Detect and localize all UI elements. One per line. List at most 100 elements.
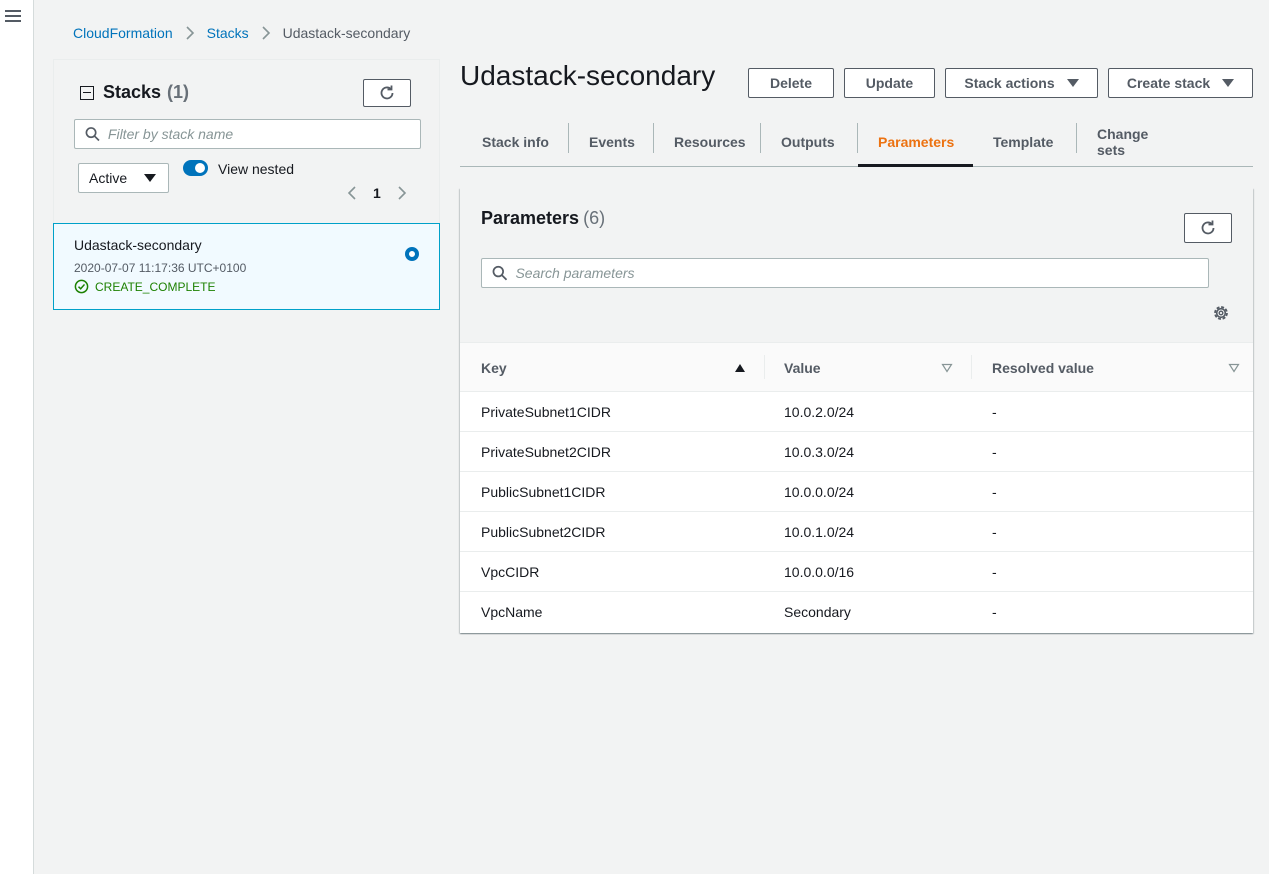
create-stack-label: Create stack [1126, 75, 1211, 91]
tab-label: Events [589, 134, 635, 150]
view-nested-label: View nested [218, 161, 295, 177]
tab-label: Template [993, 134, 1054, 150]
table-row: PublicSubnet1CIDR 10.0.0.0/24 - [460, 472, 1253, 512]
pagination: 1 [344, 185, 410, 201]
param-resolved-value: - [992, 443, 997, 460]
parameters-table: Key Value Resolved value PrivateSubnet1C… [460, 343, 1253, 632]
collapse-icon[interactable] [80, 85, 94, 100]
status-filter-value: Active [89, 170, 128, 186]
menu-icon[interactable] [5, 10, 21, 24]
update-button[interactable]: Update [844, 68, 935, 98]
stack-detail-tabs: Stack info Events Resources Outputs Para… [460, 118, 1253, 167]
breadcrumb-current: Udastack-secondary [282, 25, 411, 41]
param-resolved-value: - [992, 604, 997, 620]
param-value: 10.0.0.0/24 [784, 483, 855, 500]
column-header-label: Key [481, 359, 507, 376]
stack-actions-label: Stack actions [964, 75, 1055, 91]
param-value: 10.0.3.0/24 [784, 443, 855, 460]
tab-parameters[interactable]: Parameters [858, 118, 973, 167]
param-key: PublicSubnet1CIDR [481, 483, 606, 500]
breadcrumb: CloudFormation Stacks Udastack-secondary [73, 24, 410, 42]
stack-select-radio[interactable] [405, 247, 419, 261]
parameters-title: Parameters (6) [481, 208, 605, 229]
tab-template[interactable]: Template [973, 118, 1077, 166]
param-resolved-value: - [992, 563, 997, 580]
tab-events[interactable]: Events [569, 118, 654, 166]
tab-label: Parameters [878, 134, 955, 150]
status-filter-select[interactable]: Active [78, 163, 169, 193]
sort-icon [1228, 363, 1240, 373]
page-number[interactable]: 1 [373, 185, 381, 201]
stacks-count: (1) [167, 82, 190, 102]
param-value: 10.0.1.0/24 [784, 523, 855, 540]
tab-change-sets[interactable]: Change sets [1077, 118, 1197, 166]
chevron-right-icon [262, 26, 270, 40]
param-resolved-value: - [992, 483, 997, 500]
view-nested-toggle[interactable] [183, 160, 208, 176]
param-resolved-value: - [992, 403, 997, 420]
param-key: VpcName [481, 604, 543, 620]
tab-label: Resources [674, 134, 746, 150]
stack-filter-field[interactable] [74, 119, 421, 149]
tab-resources[interactable]: Resources [654, 118, 761, 166]
tab-stack-info[interactable]: Stack info [460, 118, 569, 166]
stacks-header: Stacks (1) [80, 82, 189, 103]
stack-item-name: Udastack-secondary [74, 237, 202, 253]
stack-item-created: 2020-07-07 11:17:36 UTC+0100 [74, 261, 247, 275]
param-value: Secondary [784, 604, 851, 620]
parameters-header: Parameters (6) [460, 188, 1253, 343]
breadcrumb-cloudformation[interactable]: CloudFormation [73, 25, 173, 41]
table-row: PrivateSubnet1CIDR 10.0.2.0/24 - [460, 392, 1253, 432]
column-header-value[interactable]: Value [765, 343, 972, 392]
param-key: VpcCIDR [481, 563, 540, 580]
param-key: PrivateSubnet1CIDR [481, 403, 611, 420]
param-value: 10.0.2.0/24 [784, 403, 855, 420]
stack-item-status-text: CREATE_COMPLETE [95, 279, 216, 294]
sort-ascending-icon [735, 364, 745, 372]
param-key: PrivateSubnet2CIDR [481, 443, 611, 460]
table-row: PublicSubnet2CIDR 10.0.1.0/24 - [460, 512, 1253, 552]
column-header-key[interactable]: Key [460, 343, 765, 392]
stack-list-item[interactable]: Udastack-secondary 2020-07-07 11:17:36 U… [53, 223, 440, 310]
caret-down-icon [1222, 79, 1235, 87]
column-header-label: Value [784, 359, 821, 376]
next-page-icon[interactable] [394, 185, 410, 201]
refresh-icon [1201, 220, 1215, 235]
delete-button[interactable]: Delete [748, 68, 834, 98]
search-icon [492, 265, 508, 281]
parameters-search-field[interactable] [481, 258, 1209, 288]
chevron-right-icon [186, 26, 194, 40]
column-header-label: Resolved value [992, 359, 1094, 376]
table-row: PrivateSubnet2CIDR 10.0.3.0/24 - [460, 432, 1253, 472]
parameters-refresh-button[interactable] [1184, 213, 1232, 243]
stacks-title: Stacks [103, 82, 162, 102]
create-stack-button[interactable]: Create stack [1108, 68, 1253, 98]
param-value: 10.0.0.0/16 [784, 563, 855, 580]
tab-label: Stack info [482, 134, 549, 150]
update-button-label: Update [865, 75, 914, 91]
stack-filter-input[interactable] [107, 126, 420, 142]
parameters-search-input[interactable] [515, 265, 1208, 281]
breadcrumb-stacks[interactable]: Stacks [207, 25, 249, 41]
stacks-refresh-button[interactable] [363, 79, 411, 107]
previous-page-icon[interactable] [344, 185, 360, 201]
parameters-panel: Parameters(6) Key Value [460, 188, 1253, 633]
delete-button-label: Delete [769, 75, 813, 91]
stack-actions-button[interactable]: Stack actions [945, 68, 1098, 98]
refresh-icon [380, 85, 394, 100]
column-header-resolved-value[interactable]: Resolved value [972, 343, 1253, 392]
parameters-count: (6) [583, 208, 606, 228]
stack-item-status: CREATE_COMPLETE [74, 279, 215, 294]
param-resolved-value: - [992, 523, 997, 540]
page-title: Udastack-secondary [460, 60, 716, 91]
tab-label: Outputs [781, 134, 835, 150]
table-row: VpcCIDR 10.0.0.0/16 - [460, 552, 1253, 592]
table-row: VpcName Secondary - [460, 592, 1253, 632]
status-success-icon [74, 279, 89, 294]
param-key: PublicSubnet2CIDR [481, 523, 606, 540]
sort-icon [941, 363, 953, 373]
side-navigation-rail [0, 0, 34, 874]
tab-outputs[interactable]: Outputs [761, 118, 858, 166]
table-header: Key Value Resolved value [460, 343, 1253, 392]
gear-icon[interactable] [1212, 304, 1230, 322]
